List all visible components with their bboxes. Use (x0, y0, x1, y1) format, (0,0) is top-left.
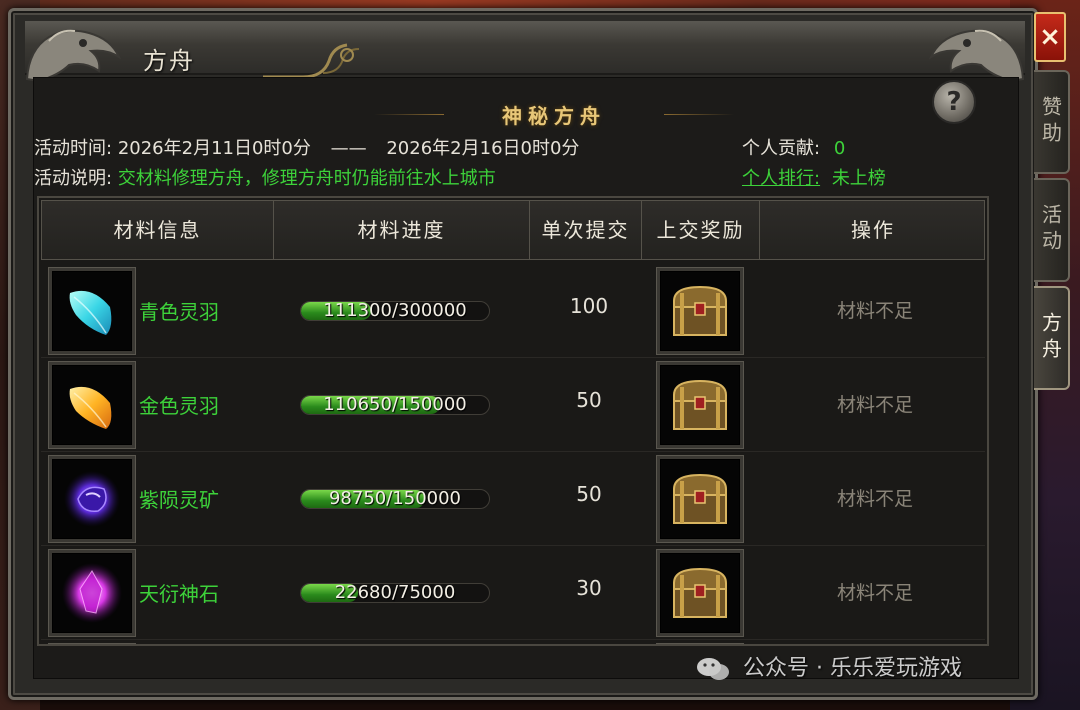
per-submit-value: 100 (569, 294, 609, 318)
reward-slot (657, 644, 743, 646)
tab-activity[interactable]: 活动 (1034, 178, 1070, 282)
tab-label: 方舟 (1038, 312, 1063, 364)
tab-label: 活动 (1038, 204, 1063, 256)
gold-feather-icon (69, 386, 112, 429)
header-material-progress: 材料进度 (274, 201, 530, 259)
material-slot[interactable] (49, 362, 135, 448)
reward-slot[interactable] (657, 362, 743, 448)
table-row: 青色灵羽 111300/300000 100 材料不足 (41, 264, 985, 358)
treasure-chest-icon (673, 379, 727, 430)
table-header: 材料信息 材料进度 单次提交 上交奖励 操作 (41, 200, 985, 260)
material-name: 天衍神石 (139, 582, 219, 606)
table-row: 紫陨灵矿 98750/150000 50 材料不足 (41, 452, 985, 546)
personal-contribution: 个人贡献: 0 (742, 134, 845, 160)
contribution-label: 个人贡献: (742, 138, 821, 159)
material-slot (49, 644, 135, 646)
header-material-info: 材料信息 (42, 201, 274, 259)
close-button[interactable]: × (1034, 12, 1066, 62)
header-reward: 上交奖励 (642, 201, 760, 259)
reward-slot[interactable] (657, 456, 743, 542)
material-slot[interactable] (49, 456, 135, 542)
title-scroll-ornament-icon (263, 43, 360, 79)
watermark-text: 公众号 · 乐乐爱玩游戏 (743, 656, 962, 681)
activity-desc-label: 活动说明: (34, 168, 113, 189)
material-slot[interactable] (49, 268, 135, 354)
help-button[interactable]: ? (932, 80, 976, 124)
submit-action[interactable]: 材料不足 (757, 390, 987, 417)
tab-label: 赞助 (1038, 96, 1063, 148)
personal-ranking: 个人排行: 未上榜 (742, 164, 886, 190)
tab-sponsor[interactable]: 赞助 (1034, 70, 1070, 174)
table-row-partial (41, 640, 985, 646)
materials-table: 材料信息 材料进度 单次提交 上交奖励 操作 青色灵羽 111300/30000… (37, 196, 989, 646)
submit-action[interactable]: 材料不足 (757, 296, 987, 323)
submit-action[interactable]: 材料不足 (757, 484, 987, 511)
progress-text: 110650/150000 (323, 395, 467, 415)
wechat-icon (697, 658, 729, 680)
treasure-chest-icon (673, 473, 727, 524)
ranking-link[interactable]: 个人排行: (742, 168, 820, 189)
panel-header: 神秘方舟 (374, 100, 734, 130)
magenta-stone-icon (62, 563, 122, 623)
activity-desc-text: 交材料修理方舟，修理方舟时仍能前往水上城市 (117, 168, 496, 189)
progress-bar: 110650/150000 (300, 395, 490, 415)
per-submit-value: 50 (576, 388, 602, 412)
activity-description: 活动说明: 交材料修理方舟，修理方舟时仍能前往水上城市 (34, 164, 496, 190)
header-action: 操作 (851, 218, 895, 242)
material-name: 紫陨灵矿 (139, 488, 219, 512)
window-title: 方舟 (143, 47, 195, 75)
header-per-submit: 单次提交 (530, 201, 642, 259)
watermark: 公众号 · 乐乐爱玩游戏 (696, 650, 962, 682)
treasure-chest-icon (673, 567, 727, 618)
purple-ore-icon (64, 471, 120, 527)
progress-text: 22680/75000 (334, 583, 456, 603)
reward-slot[interactable] (657, 268, 743, 354)
cyan-feather-icon (69, 290, 112, 335)
progress-bar: 22680/75000 (300, 583, 490, 603)
title-bar[interactable]: 方舟 (25, 21, 1025, 83)
table-row: 金色灵羽 110650/150000 50 材料不足 (41, 358, 985, 452)
tab-ark[interactable]: 方舟 (1034, 286, 1070, 390)
ornament-line (664, 114, 734, 115)
table-row: 天衍神石 22680/75000 30 材料不足 (41, 546, 985, 640)
progress-bar: 98750/150000 (300, 489, 490, 509)
progress-text: 111300/300000 (323, 301, 467, 321)
per-submit-value: 30 (576, 576, 602, 600)
material-name: 青色灵羽 (139, 300, 219, 324)
ranking-value: 未上榜 (831, 168, 886, 189)
reward-slot[interactable] (657, 550, 743, 636)
activity-time-label: 活动时间: (34, 138, 113, 159)
submit-action[interactable]: 材料不足 (757, 578, 987, 605)
activity-time: 活动时间: 2026年2月11日0时0分 —— 2026年2月16日0时0分 (34, 134, 579, 160)
material-slot[interactable] (49, 550, 135, 636)
treasure-chest-icon (673, 285, 727, 336)
time-separator: —— (330, 138, 367, 159)
activity-start: 2026年2月11日0时0分 (117, 138, 311, 159)
material-name: 金色灵羽 (139, 394, 219, 418)
progress-bar: 111300/300000 (300, 301, 490, 321)
contribution-value: 0 (833, 138, 846, 159)
progress-text: 98750/150000 (328, 489, 462, 509)
activity-end: 2026年2月16日0时0分 (386, 138, 580, 159)
per-submit-value: 50 (576, 482, 602, 506)
